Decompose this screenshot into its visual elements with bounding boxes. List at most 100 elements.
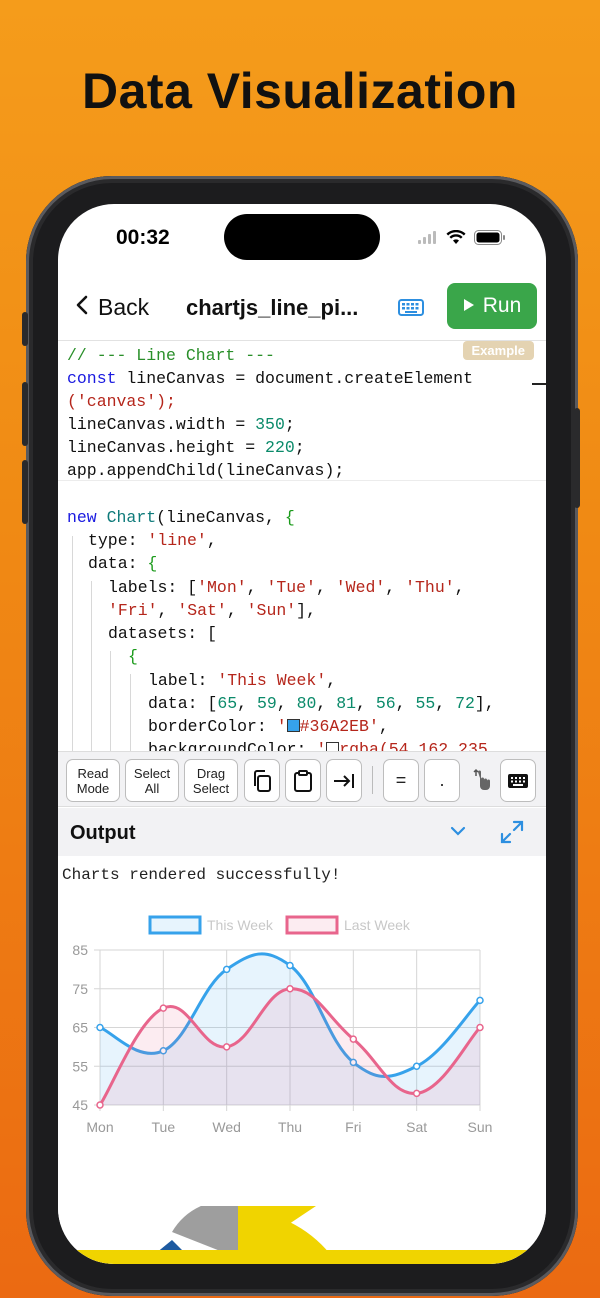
code-line: const lineCanvas = document.createElemen… bbox=[67, 369, 473, 388]
data-point bbox=[476, 1023, 484, 1032]
x-tick-label: Mon bbox=[86, 1119, 113, 1135]
headline: Data Visualization bbox=[82, 63, 518, 119]
legend-swatch bbox=[285, 915, 339, 935]
run-label: Run bbox=[482, 294, 522, 317]
code-editor[interactable]: Example // --- Line Chart --- const line… bbox=[58, 340, 546, 751]
expand-icon bbox=[500, 820, 524, 844]
editor-toolbar: Read Mode Select All Drag Select = . bbox=[58, 751, 546, 807]
x-tick-label: Thu bbox=[278, 1119, 302, 1135]
volume-down-button bbox=[22, 460, 28, 524]
color-swatch bbox=[286, 719, 300, 732]
nav-bar: Back chartjs_line_pi... Run bbox=[58, 282, 546, 338]
code-line: borderColor: ' #36A2EB', bbox=[148, 717, 389, 736]
clipboard-icon bbox=[294, 769, 312, 792]
code-line: app.appendChild(lineCanvas); bbox=[67, 461, 345, 480]
data-point bbox=[159, 1004, 168, 1012]
y-tick-label: 55 bbox=[72, 1058, 88, 1074]
code-line: new Chart(lineCanvas, { bbox=[67, 508, 295, 527]
data-point bbox=[222, 965, 231, 974]
wifi-icon bbox=[446, 229, 466, 250]
home-indicator-bar bbox=[58, 1250, 546, 1264]
output-title: Output bbox=[70, 822, 136, 844]
y-tick-label: 65 bbox=[72, 1020, 88, 1036]
color-swatch bbox=[326, 742, 340, 751]
output-panel: Charts rendered successfully! 45 55 65 75 85… bbox=[58, 856, 546, 1264]
status-bar: 00:32 bbox=[58, 204, 546, 274]
keyboard-toggle-button[interactable] bbox=[398, 298, 424, 323]
code-line: backgroundColor: ' rgba(54,162,235 bbox=[148, 738, 488, 751]
code-line: data: [65, 59, 80, 81, 56, 55, 72], bbox=[148, 694, 495, 713]
app-screen: 00:32 Back chartjs_line_pi... Run Exampl… bbox=[58, 204, 546, 1264]
battery-icon bbox=[474, 230, 506, 250]
paste-button[interactable] bbox=[285, 759, 321, 802]
code-line: 'Fri', 'Sat', 'Sun'], bbox=[108, 601, 316, 620]
scroll-indicator bbox=[532, 383, 546, 385]
code-line: labels: ['Mon', 'Tue', 'Wed', 'Thu', bbox=[108, 578, 465, 597]
signal-icon bbox=[418, 231, 438, 249]
code-line: type: 'line', bbox=[88, 531, 217, 550]
drag-select-button[interactable]: Drag Select bbox=[184, 759, 238, 802]
legend-label: This Week bbox=[207, 917, 274, 933]
data-point bbox=[96, 1023, 104, 1032]
data-point bbox=[222, 1043, 231, 1051]
back-button[interactable]: Back bbox=[76, 294, 149, 321]
x-tick-label: Tue bbox=[152, 1119, 176, 1135]
indent-guide bbox=[91, 581, 92, 751]
line-chart: 45 55 65 75 85 Mon Tue Wed Thu Fri Sat Sun This Week… bbox=[72, 915, 493, 1135]
data-point bbox=[412, 1062, 421, 1070]
copy-icon bbox=[254, 769, 271, 792]
y-tick-label: 85 bbox=[72, 942, 88, 958]
drag-handle-icon[interactable] bbox=[472, 768, 492, 797]
data-point bbox=[286, 961, 294, 970]
code-line: ('canvas'); bbox=[67, 392, 176, 411]
legend-swatch bbox=[148, 915, 202, 935]
power-button bbox=[574, 408, 580, 508]
keyboard-icon bbox=[398, 299, 424, 316]
data-point bbox=[286, 985, 294, 993]
x-tick-label: Sun bbox=[468, 1119, 493, 1135]
data-point bbox=[349, 1035, 358, 1043]
tab-icon bbox=[334, 773, 354, 788]
hide-keyboard-button[interactable] bbox=[500, 759, 536, 802]
run-button[interactable]: Run bbox=[447, 283, 537, 329]
code-line: { bbox=[128, 647, 138, 666]
code-line: datasets: [ bbox=[108, 624, 217, 643]
status-icons bbox=[418, 229, 506, 250]
x-tick-label: Fri bbox=[345, 1119, 361, 1135]
code-line: label: 'This Week', bbox=[148, 671, 337, 690]
data-point bbox=[412, 1089, 421, 1098]
code-line: // --- Line Chart --- bbox=[67, 346, 275, 365]
indent-guide bbox=[110, 651, 111, 751]
y-tick-label: 75 bbox=[72, 981, 88, 997]
x-tick-label: Sat bbox=[406, 1119, 427, 1135]
code-line: data: { bbox=[88, 554, 158, 573]
indent-guide bbox=[130, 674, 131, 751]
y-tick-label: 45 bbox=[72, 1097, 88, 1113]
expand-output-button[interactable] bbox=[500, 820, 524, 849]
legend-label: Last Week bbox=[344, 917, 411, 933]
page-title: chartjs_line_pi... bbox=[186, 295, 359, 320]
collapse-output-button[interactable] bbox=[450, 824, 466, 842]
indent-guide bbox=[72, 536, 73, 751]
volume-up-button bbox=[22, 382, 28, 446]
equals-key[interactable]: = bbox=[383, 759, 419, 802]
toolbar-divider bbox=[372, 766, 373, 794]
chevron-left-icon bbox=[76, 294, 88, 321]
period-key[interactable]: . bbox=[424, 759, 460, 802]
keyboard-icon bbox=[508, 773, 528, 788]
copy-button[interactable] bbox=[244, 759, 280, 802]
data-point bbox=[476, 996, 484, 1005]
tab-button[interactable] bbox=[326, 759, 362, 802]
x-tick-label: Wed bbox=[212, 1119, 241, 1135]
select-all-button[interactable]: Select All bbox=[125, 759, 179, 802]
status-time: 00:32 bbox=[116, 226, 170, 249]
data-point bbox=[96, 1101, 104, 1109]
mute-switch bbox=[22, 312, 28, 346]
read-mode-button[interactable]: Read Mode bbox=[66, 759, 120, 802]
output-message: Charts rendered successfully! bbox=[62, 866, 341, 884]
chevron-down-icon bbox=[450, 826, 466, 836]
play-icon bbox=[463, 294, 475, 318]
output-header: Output bbox=[58, 808, 546, 856]
back-label: Back bbox=[98, 294, 150, 320]
code-line: lineCanvas.height = 220; bbox=[67, 438, 305, 457]
